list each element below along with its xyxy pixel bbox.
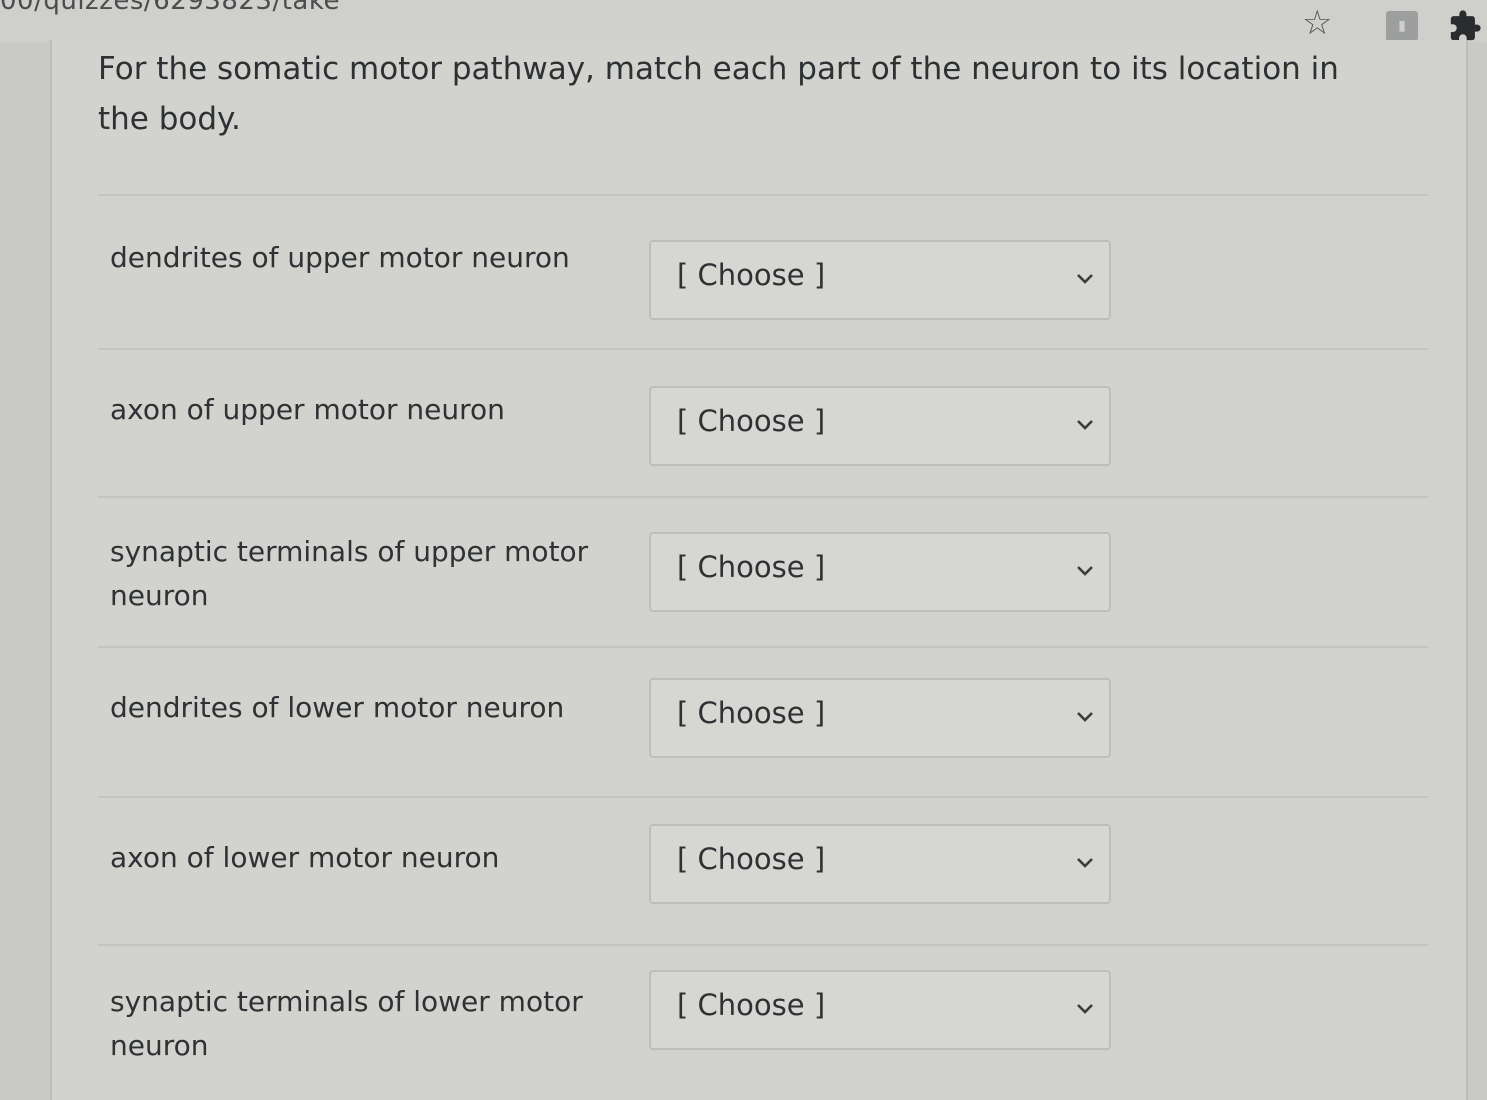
match-label-4: dendrites of lower motor neuron xyxy=(110,691,565,724)
divider xyxy=(98,194,1428,196)
match-select-4[interactable]: [ Choose ] xyxy=(649,678,1111,758)
divider xyxy=(98,496,1428,498)
match-label-3: synaptic terminals of upper motor neuron xyxy=(110,535,589,612)
bookmark-star-icon[interactable]: ☆ xyxy=(1302,6,1332,40)
select-value: [ Choose ] xyxy=(677,550,826,584)
chevron-down-icon xyxy=(1077,274,1093,284)
match-label-1: dendrites of upper motor neuron xyxy=(110,241,570,274)
chevron-down-icon xyxy=(1077,420,1093,430)
select-value: [ Choose ] xyxy=(677,988,826,1022)
puzzle-icon[interactable] xyxy=(1448,9,1482,43)
select-value: [ Choose ] xyxy=(677,404,826,438)
chevron-down-icon xyxy=(1077,712,1093,722)
extension-icon[interactable]: ▮ xyxy=(1386,11,1418,41)
quiz-question-panel: For the somatic motor pathway, match eac… xyxy=(50,40,1468,1100)
divider xyxy=(98,796,1428,798)
match-label-6: synaptic terminals of lower motor neuron xyxy=(110,985,583,1062)
chevron-down-icon xyxy=(1077,566,1093,576)
match-select-2[interactable]: [ Choose ] xyxy=(649,386,1111,466)
browser-toolbar: 00/quizzes/6293823/take ☆ ▮ xyxy=(0,0,1487,42)
divider xyxy=(98,646,1428,648)
select-value: [ Choose ] xyxy=(677,842,826,876)
match-select-5[interactable]: [ Choose ] xyxy=(649,824,1111,904)
select-value: [ Choose ] xyxy=(677,258,826,292)
match-label-5: axon of lower motor neuron xyxy=(110,841,500,874)
question-text: For the somatic motor pathway, match eac… xyxy=(98,51,1339,137)
url-text[interactable]: 00/quizzes/6293823/take xyxy=(0,0,340,16)
divider xyxy=(98,348,1428,350)
divider xyxy=(98,944,1428,946)
chevron-down-icon xyxy=(1077,858,1093,868)
chevron-down-icon xyxy=(1077,1004,1093,1014)
select-value: [ Choose ] xyxy=(677,696,826,730)
match-select-1[interactable]: [ Choose ] xyxy=(649,240,1111,320)
match-label-2: axon of upper motor neuron xyxy=(110,393,505,426)
match-select-3[interactable]: [ Choose ] xyxy=(649,532,1111,612)
match-select-6[interactable]: [ Choose ] xyxy=(649,970,1111,1050)
